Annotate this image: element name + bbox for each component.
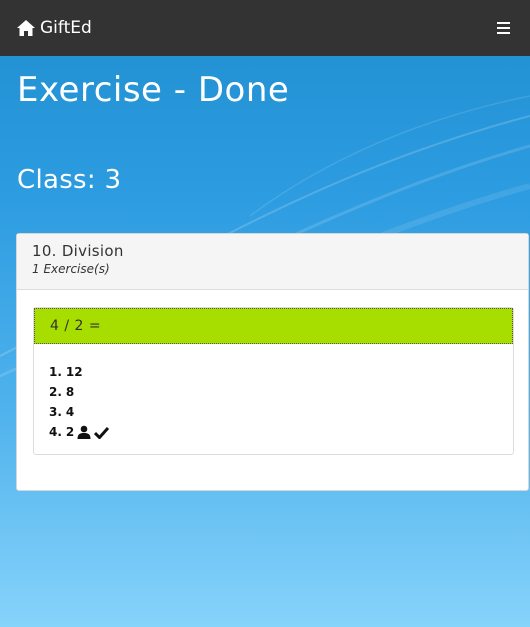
answer-number: 1. <box>49 365 62 379</box>
home-icon <box>16 19 36 37</box>
checkmark-icon <box>94 426 110 439</box>
answer-text: 8 <box>65 385 75 399</box>
answer-number: 3. <box>49 405 62 419</box>
topic-title: 10. Division <box>32 242 124 260</box>
answer-list: 1. 12 2. 8 3. 4 4. 2 <box>34 344 513 442</box>
exercise-card: 4 / 2 = 1. 12 2. 8 3. 4 4. 2 <box>33 307 514 455</box>
page-title: Exercise - Done <box>17 70 290 110</box>
answer-number: 4. <box>49 425 62 439</box>
answer-text: 12 <box>65 365 83 379</box>
panel-heading: 10. Division 1 Exercise(s) <box>17 234 528 290</box>
answer-option[interactable]: 1. 12 <box>49 362 513 382</box>
brand-link[interactable]: GiftEd <box>16 18 92 38</box>
answer-text: 4 <box>65 405 75 419</box>
topic-panel: 10. Division 1 Exercise(s) 4 / 2 = 1. 12… <box>16 233 529 491</box>
answer-option-selected-correct[interactable]: 4. 2 <box>49 422 513 442</box>
hamburger-menu-icon[interactable] <box>492 17 514 39</box>
answer-text: 2 <box>65 425 75 439</box>
answer-number: 2. <box>49 385 62 399</box>
class-title: Class: 3 <box>17 165 122 195</box>
user-icon <box>77 425 91 439</box>
question-text: 4 / 2 = <box>34 308 513 344</box>
answer-option[interactable]: 3. 4 <box>49 402 513 422</box>
exercise-count: 1 Exercise(s) <box>32 262 110 276</box>
brand-name: GiftEd <box>40 18 92 38</box>
answer-option[interactable]: 2. 8 <box>49 382 513 402</box>
navbar: GiftEd <box>0 0 530 56</box>
